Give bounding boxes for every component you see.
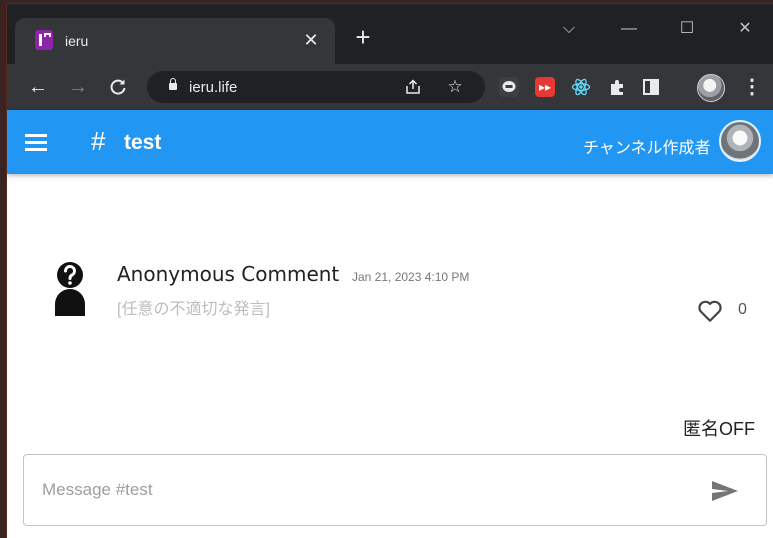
ieru-favicon-icon bbox=[35, 30, 53, 50]
react-devtools-icon[interactable] bbox=[571, 77, 591, 97]
like-count: 0 bbox=[738, 301, 747, 318]
tab-strip: ieru ✕ + ⌵ — ☐ ✕ bbox=[7, 4, 773, 64]
new-tab-button[interactable]: + bbox=[349, 24, 377, 52]
message-composer bbox=[23, 454, 767, 526]
share-icon[interactable] bbox=[401, 75, 425, 99]
anonymous-toggle[interactable]: 匿名OFF bbox=[683, 415, 755, 441]
lock-icon bbox=[169, 78, 177, 90]
menu-icon[interactable] bbox=[25, 134, 47, 151]
creator-avatar[interactable] bbox=[719, 120, 761, 162]
hash-icon: # bbox=[91, 126, 106, 156]
browser-toolbar: ← → ieru.life ☆ ▸▸ ⋮ bbox=[7, 64, 773, 110]
send-icon[interactable] bbox=[710, 479, 740, 503]
comment-text: [任意の不適切な発言] bbox=[117, 301, 270, 318]
line-extension-icon[interactable] bbox=[499, 77, 519, 97]
sidepanel-icon[interactable] bbox=[641, 77, 661, 97]
reload-button[interactable] bbox=[103, 72, 133, 102]
tab-search-button[interactable]: ⌵ bbox=[549, 14, 589, 44]
browser-window: ieru ✕ + ⌵ — ☐ ✕ ← → ieru.life ☆ ▸▸ ⋮ # … bbox=[7, 4, 773, 538]
youtube-extension-icon[interactable]: ▸▸ bbox=[535, 77, 555, 97]
forward-button[interactable]: → bbox=[63, 72, 93, 102]
comment-author: Anonymous Comment bbox=[117, 262, 340, 286]
anonymous-user-icon bbox=[55, 262, 85, 316]
comment-timestamp: Jan 21, 2023 4:10 PM bbox=[352, 270, 470, 284]
minimize-button[interactable]: — bbox=[609, 14, 649, 44]
browser-tab[interactable]: ieru ✕ bbox=[15, 18, 335, 64]
puzzle-extensions-icon[interactable] bbox=[607, 77, 627, 97]
back-button[interactable]: ← bbox=[23, 72, 53, 102]
tab-close-icon[interactable]: ✕ bbox=[299, 28, 323, 52]
close-window-button[interactable]: ✕ bbox=[725, 14, 765, 44]
message-input[interactable] bbox=[40, 475, 684, 505]
browser-menu-button[interactable]: ⋮ bbox=[737, 72, 767, 102]
channel-creator-label: チャンネル作成者 bbox=[583, 140, 711, 157]
tab-title: ieru bbox=[65, 33, 89, 49]
reload-icon bbox=[110, 79, 126, 95]
heart-icon[interactable] bbox=[697, 298, 723, 324]
star-icon[interactable]: ☆ bbox=[443, 75, 467, 99]
url-text: ieru.life bbox=[189, 79, 238, 96]
channel-title: test bbox=[124, 131, 162, 154]
profile-avatar[interactable] bbox=[697, 74, 725, 102]
app-header: # test チャンネル作成者 bbox=[7, 110, 773, 174]
maximize-button[interactable]: ☐ bbox=[667, 14, 707, 44]
address-bar[interactable]: ieru.life ☆ bbox=[147, 71, 485, 103]
